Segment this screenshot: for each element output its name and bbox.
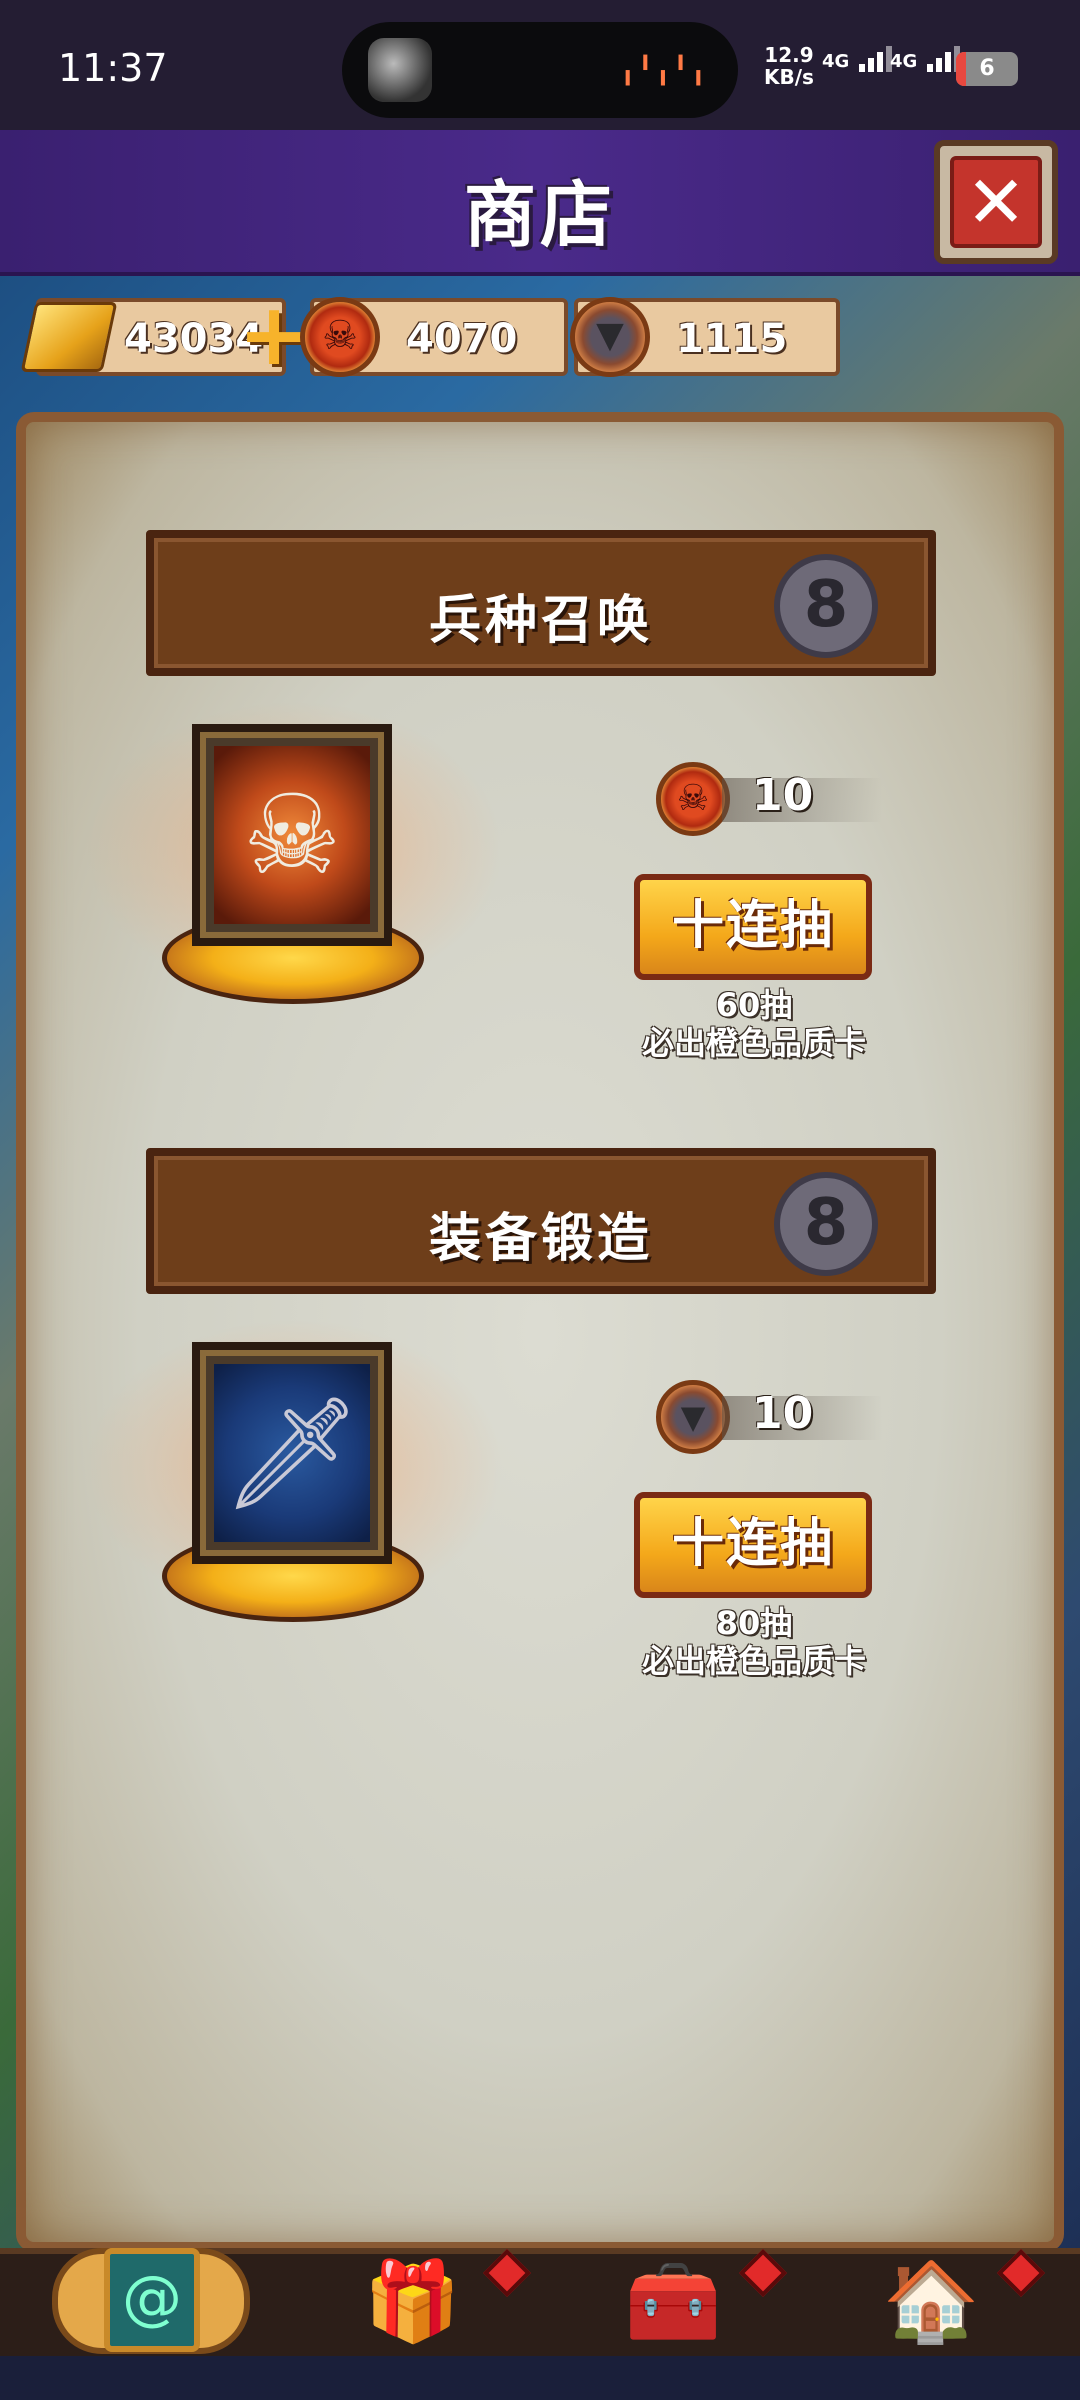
summon-draw-note: 60抽 必出橙色品质卡: [641, 986, 866, 1062]
summon-ten-draw-button[interactable]: 十连抽: [634, 874, 872, 980]
sword-icon: 🗡: [214, 1364, 370, 1542]
net-speed-value: 12.9: [764, 43, 814, 67]
demon-coin-icon: ☠: [300, 297, 380, 377]
forge-banner: 装备锻造 8: [146, 1148, 936, 1294]
page-title: 商店: [463, 173, 616, 257]
dynamic-island[interactable]: ╻╹╻╹╻: [342, 22, 738, 118]
status-bar: 11:37 ╻╹╻╹╻ 12.9 KB/s 4G 4G 6: [0, 0, 1080, 130]
hero-house-icon: 🏠: [882, 2257, 980, 2347]
demon-token-value: 4070: [406, 316, 518, 362]
nav-tab-cards[interactable]: @: [52, 2248, 250, 2354]
skeleton-warrior-icon: ☠: [214, 746, 370, 924]
forge-draw-note: 80抽 必出橙色品质卡: [641, 1604, 866, 1680]
summon-banner: 兵种召唤 8: [146, 530, 936, 676]
treasure-chest-icon: 🧰: [624, 2257, 722, 2347]
summon-count-badge: 8: [774, 554, 878, 658]
summon-cost: 10: [752, 770, 814, 821]
anvil-coin-icon: ▼: [656, 1380, 730, 1454]
add-gold-button[interactable]: +: [238, 292, 310, 378]
audio-wave-icon: ╻╹╻╹╻: [619, 56, 708, 86]
battery-level: 6: [979, 56, 995, 81]
close-button[interactable]: ✕: [934, 140, 1058, 264]
nav-tab-heroes[interactable]: 🏠: [854, 2252, 1004, 2356]
demon-coin-icon: ☠: [656, 762, 730, 836]
signal-indicator-1: 4G: [822, 46, 892, 72]
forge-count-badge: 8: [774, 1172, 878, 1276]
skeleton-card[interactable]: ☠: [192, 724, 392, 946]
nav-tab-gifts[interactable]: 🎁: [336, 2252, 486, 2356]
clock: 11:37: [58, 46, 168, 90]
anvil-token-value: 1115: [676, 316, 788, 362]
gift-box-icon: 🎁: [363, 2257, 461, 2347]
battery-icon: 6: [956, 52, 1018, 86]
signal-bars-icon: [924, 46, 960, 72]
bottom-edge: [0, 2356, 1080, 2400]
card-portal-icon: @: [104, 2248, 200, 2352]
signal-bars-icon: [856, 46, 892, 72]
net-speed-unit: KB/s: [764, 65, 814, 89]
network-speed: 12.9 KB/s: [764, 44, 814, 88]
signal-indicator-2: 4G: [890, 46, 960, 72]
close-x-icon: ✕: [950, 156, 1042, 248]
forge-ten-draw-button[interactable]: 十连抽: [634, 1492, 872, 1598]
title-bar: 商店: [0, 130, 1080, 276]
nav-tab-treasure[interactable]: 🧰: [594, 2252, 744, 2356]
gold-bar-icon: [20, 302, 118, 372]
media-avatar-icon: [368, 38, 432, 102]
anvil-coin-icon: ▼: [570, 297, 650, 377]
forge-cost: 10: [752, 1388, 814, 1439]
sword-card[interactable]: 🗡: [192, 1342, 392, 1564]
